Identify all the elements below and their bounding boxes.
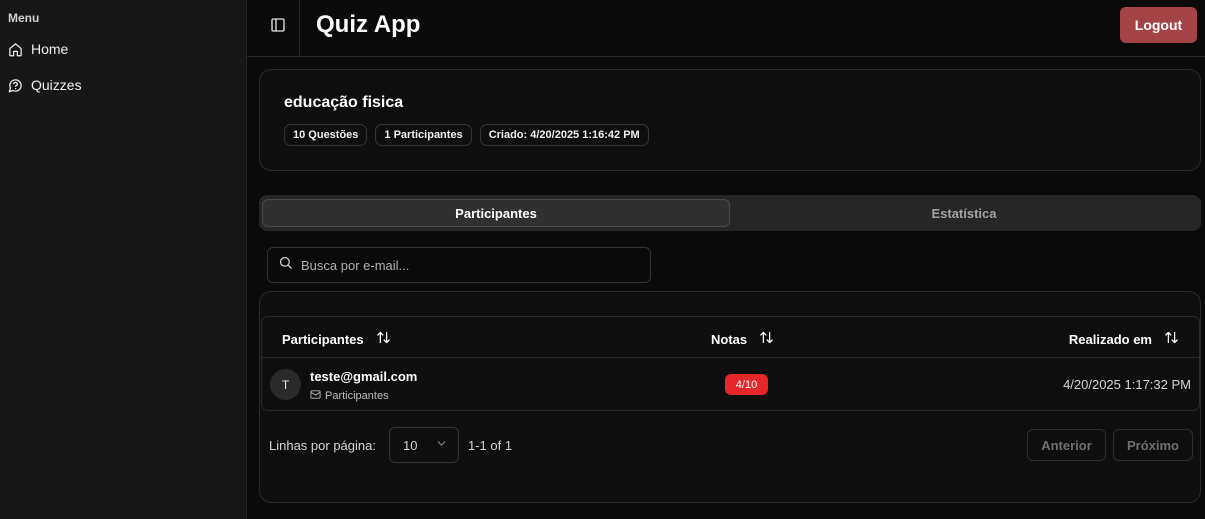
participants-table-card: Participantes Notas Realizado em T teste… <box>259 291 1201 503</box>
rows-per-page-select[interactable]: 10 <box>389 427 459 463</box>
sidebar-item-label: Home <box>31 41 69 57</box>
mail-icon <box>310 389 321 403</box>
home-icon <box>7 41 23 57</box>
sidebar-item-home[interactable]: Home <box>0 34 246 64</box>
tab-estatistica[interactable]: Estatística <box>730 199 1198 227</box>
logout-button[interactable]: Logout <box>1120 7 1197 43</box>
table-header: Participantes Notas Realizado em <box>262 317 1199 358</box>
topbar-divider <box>299 0 300 56</box>
participants-badge: 1 Participantes <box>375 124 472 146</box>
search-box <box>267 247 651 283</box>
quiz-badges: 10 Questões 1 Participantes Criado: 4/20… <box>284 124 649 146</box>
sidebar-item-label: Quizzes <box>31 77 82 93</box>
tab-list: Participantes Estatística <box>259 195 1201 231</box>
top-bar: Quiz App Logout <box>247 0 1205 57</box>
sidebar-heading: Menu <box>8 11 40 25</box>
search-input[interactable] <box>301 257 621 273</box>
column-header-label: Participantes <box>282 331 364 347</box>
app-root: Menu Home Quizzes Quiz App Logout educaç… <box>0 0 1205 519</box>
sort-icon <box>376 330 391 348</box>
created-badge: Criado: 4/20/2025 1:16:42 PM <box>479 124 649 146</box>
participants-table: Participantes Notas Realizado em T teste… <box>261 316 1200 411</box>
column-header-label: Notas <box>711 331 748 347</box>
questions-badge: 10 Questões <box>284 124 368 146</box>
sort-icon <box>1164 330 1179 348</box>
participant-role-label: Participantes <box>325 390 389 402</box>
quiz-title: educação fisica <box>284 94 404 111</box>
sidebar-toggle-button[interactable] <box>265 14 291 40</box>
completed-date: 4/20/2025 1:17:32 PM <box>1063 377 1191 392</box>
previous-page-button[interactable]: Anterior <box>1027 429 1106 461</box>
pagination-range: 1-1 of 1 <box>468 438 513 453</box>
score-badge: 4/10 <box>725 374 768 395</box>
column-header-label: Realizado em <box>1068 331 1152 347</box>
participant-role: Participantes <box>310 389 389 403</box>
column-header-realizado-em[interactable]: Realizado em <box>1069 330 1179 348</box>
tab-participantes[interactable]: Participantes <box>262 199 730 227</box>
column-header-notas[interactable]: Notas <box>711 330 774 348</box>
column-header-participantes[interactable]: Participantes <box>282 330 391 348</box>
search-icon <box>278 255 293 275</box>
sort-icon <box>759 330 774 348</box>
avatar: T <box>270 369 301 400</box>
sidebar-item-quizzes[interactable]: Quizzes <box>0 70 246 100</box>
table-row[interactable]: T teste@gmail.com Participantes 4/10 4/2… <box>262 359 1199 410</box>
quiz-info-card: educação fisica 10 Questões 1 Participan… <box>259 69 1201 171</box>
next-page-button[interactable]: Próximo <box>1113 429 1193 461</box>
message-question-icon <box>7 77 23 93</box>
chevron-down-icon <box>435 437 448 453</box>
sidebar: Menu Home Quizzes <box>0 0 247 519</box>
participant-email: teste@gmail.com <box>310 369 418 384</box>
rows-per-page-label: Linhas por página: <box>269 438 376 453</box>
rows-per-page-value: 10 <box>403 437 418 453</box>
app-title: Quiz App <box>316 11 421 38</box>
panel-left-icon <box>270 17 286 38</box>
